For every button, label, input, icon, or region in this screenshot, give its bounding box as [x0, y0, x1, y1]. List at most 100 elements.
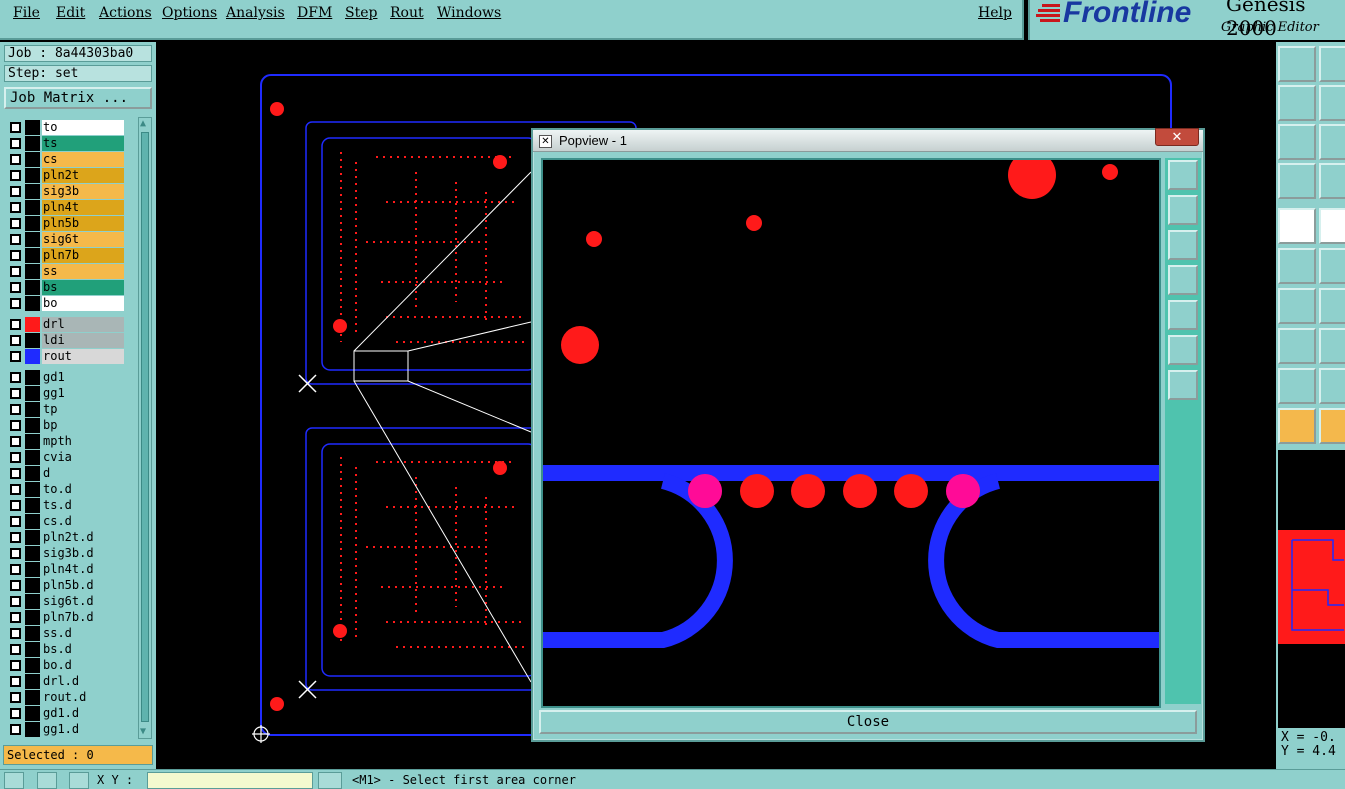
layer-checkbox[interactable] — [10, 516, 21, 527]
layer-checkbox[interactable] — [10, 452, 21, 463]
layer-checkbox[interactable] — [10, 282, 21, 293]
layer-checkbox[interactable] — [10, 250, 21, 261]
board-layer-row[interactable]: pln4t — [6, 200, 124, 215]
zoom-out-icon[interactable] — [1319, 46, 1345, 82]
menu-dfm[interactable]: DFM — [297, 5, 332, 21]
misc-layer-row[interactable]: gd1.d — [6, 706, 124, 721]
layer-checkbox[interactable] — [10, 692, 21, 703]
menu-edit[interactable]: Edit — [56, 5, 85, 21]
measure-mode-icon[interactable] — [37, 772, 57, 789]
layer-checkbox[interactable] — [10, 500, 21, 511]
menu-actions[interactable]: Actions — [99, 5, 152, 21]
layer-checkbox[interactable] — [10, 484, 21, 495]
xy-input[interactable] — [147, 772, 313, 789]
layer-checkbox[interactable] — [10, 351, 21, 362]
triangle-outline-icon[interactable] — [1319, 368, 1345, 404]
fit-profile-icon[interactable] — [1319, 124, 1345, 160]
select-area-icon[interactable] — [1319, 408, 1345, 444]
layer-checkbox[interactable] — [10, 388, 21, 399]
window-close-button[interactable]: ✕ — [1155, 128, 1199, 146]
layer-checkbox[interactable] — [10, 580, 21, 591]
layer-scrollbar[interactable]: ▲ ▼ — [138, 117, 152, 739]
fit-screen-icon[interactable] — [1278, 124, 1316, 160]
board-layer-row[interactable]: ss — [6, 264, 124, 279]
misc-layer-row[interactable]: d — [6, 466, 124, 481]
scroll-down-icon[interactable]: ▼ — [140, 727, 150, 737]
close-button[interactable]: Close — [539, 710, 1197, 734]
layer-checkbox[interactable] — [10, 628, 21, 639]
misc-layer-row[interactable]: ts.d — [6, 498, 124, 513]
layer-checkbox[interactable] — [10, 548, 21, 559]
board-layer-row[interactable]: bo — [6, 296, 124, 311]
menu-options[interactable]: Options — [162, 5, 217, 21]
scroll-up-icon[interactable]: ▲ — [140, 119, 150, 129]
pan-right-icon[interactable] — [1168, 300, 1198, 330]
board-layer-row[interactable]: cs — [6, 152, 124, 167]
zoom-home-icon[interactable] — [1168, 370, 1198, 400]
layer-checkbox[interactable] — [10, 234, 21, 245]
misc-layer-row[interactable]: bp — [6, 418, 124, 433]
popview-titlebar[interactable]: ✕ Popview - 1 — [533, 130, 1203, 152]
layer-checkbox[interactable] — [10, 122, 21, 133]
connect-icon[interactable] — [1278, 248, 1316, 284]
settings-icon[interactable] — [1278, 163, 1316, 199]
line-arrow-icon[interactable] — [1319, 288, 1345, 324]
job-matrix-button[interactable]: Job Matrix ... — [4, 87, 152, 109]
drill-layer-row[interactable]: rout — [6, 349, 124, 364]
triangle-tool-icon[interactable] — [1278, 368, 1316, 404]
misc-layer-row[interactable]: bs.d — [6, 642, 124, 657]
layer-checkbox[interactable] — [10, 676, 21, 687]
popview-canvas[interactable] — [541, 151, 1161, 708]
misc-layer-row[interactable]: gg1.d — [6, 722, 124, 737]
grid-icon[interactable] — [1319, 163, 1345, 199]
pan-right-icon[interactable] — [1319, 85, 1345, 121]
menu-windows[interactable]: Windows — [437, 5, 501, 21]
pan-up-icon[interactable] — [1168, 195, 1198, 225]
board-layer-row[interactable]: pln7b — [6, 248, 124, 263]
misc-layer-row[interactable]: pln2t.d — [6, 530, 124, 545]
layer-checkbox[interactable] — [10, 404, 21, 415]
misc-layer-row[interactable]: bo.d — [6, 658, 124, 673]
zoom-in-icon[interactable] — [1168, 160, 1198, 190]
misc-layer-row[interactable]: to.d — [6, 482, 124, 497]
grid-toggle-icon[interactable] — [69, 772, 89, 789]
misc-layer-row[interactable]: pln4t.d — [6, 562, 124, 577]
layer-checkbox[interactable] — [10, 708, 21, 719]
misc-layer-row[interactable]: ss.d — [6, 626, 124, 641]
misc-layer-row[interactable]: drl.d — [6, 674, 124, 689]
layer-checkbox[interactable] — [10, 335, 21, 346]
misc-layer-row[interactable]: sig6t.d — [6, 594, 124, 609]
layer-checkbox[interactable] — [10, 266, 21, 277]
layer-checkbox[interactable] — [10, 532, 21, 543]
board-layer-row[interactable]: ts — [6, 136, 124, 151]
zoom-in-icon[interactable] — [1278, 46, 1316, 82]
pan-down-icon[interactable] — [1168, 230, 1198, 260]
layer-checkbox[interactable] — [10, 468, 21, 479]
board-layer-row[interactable]: bs — [6, 280, 124, 295]
line-tool-icon[interactable] — [1278, 288, 1316, 324]
layer-checkbox[interactable] — [10, 372, 21, 383]
misc-layer-row[interactable]: mpth — [6, 434, 124, 449]
layer-checkbox[interactable] — [10, 154, 21, 165]
layer-checkbox[interactable] — [10, 319, 21, 330]
menu-file[interactable]: File — [13, 5, 40, 21]
board-layer-row[interactable]: to — [6, 120, 124, 135]
zoom-fit-icon[interactable] — [1168, 335, 1198, 365]
minimap[interactable] — [1278, 450, 1345, 728]
misc-layer-row[interactable]: pln5b.d — [6, 578, 124, 593]
misc-layer-row[interactable]: tp — [6, 402, 124, 417]
layer-checkbox[interactable] — [10, 596, 21, 607]
misc-layer-row[interactable]: pln7b.d — [6, 610, 124, 625]
snap-icon[interactable] — [1278, 208, 1316, 244]
layer-checkbox[interactable] — [10, 218, 21, 229]
pan-left-icon[interactable] — [1168, 265, 1198, 295]
misc-layer-row[interactable]: gd1 — [6, 370, 124, 385]
dash-tool-icon[interactable] — [1319, 328, 1345, 364]
board-layer-row[interactable]: sig6t — [6, 232, 124, 247]
misc-layer-row[interactable]: sig3b.d — [6, 546, 124, 561]
misc-layer-row[interactable]: gg1 — [6, 386, 124, 401]
select-pointer-icon[interactable] — [1278, 408, 1316, 444]
layer-checkbox[interactable] — [10, 186, 21, 197]
layer-checkbox[interactable] — [10, 724, 21, 735]
menu-step[interactable]: Step — [345, 5, 377, 21]
